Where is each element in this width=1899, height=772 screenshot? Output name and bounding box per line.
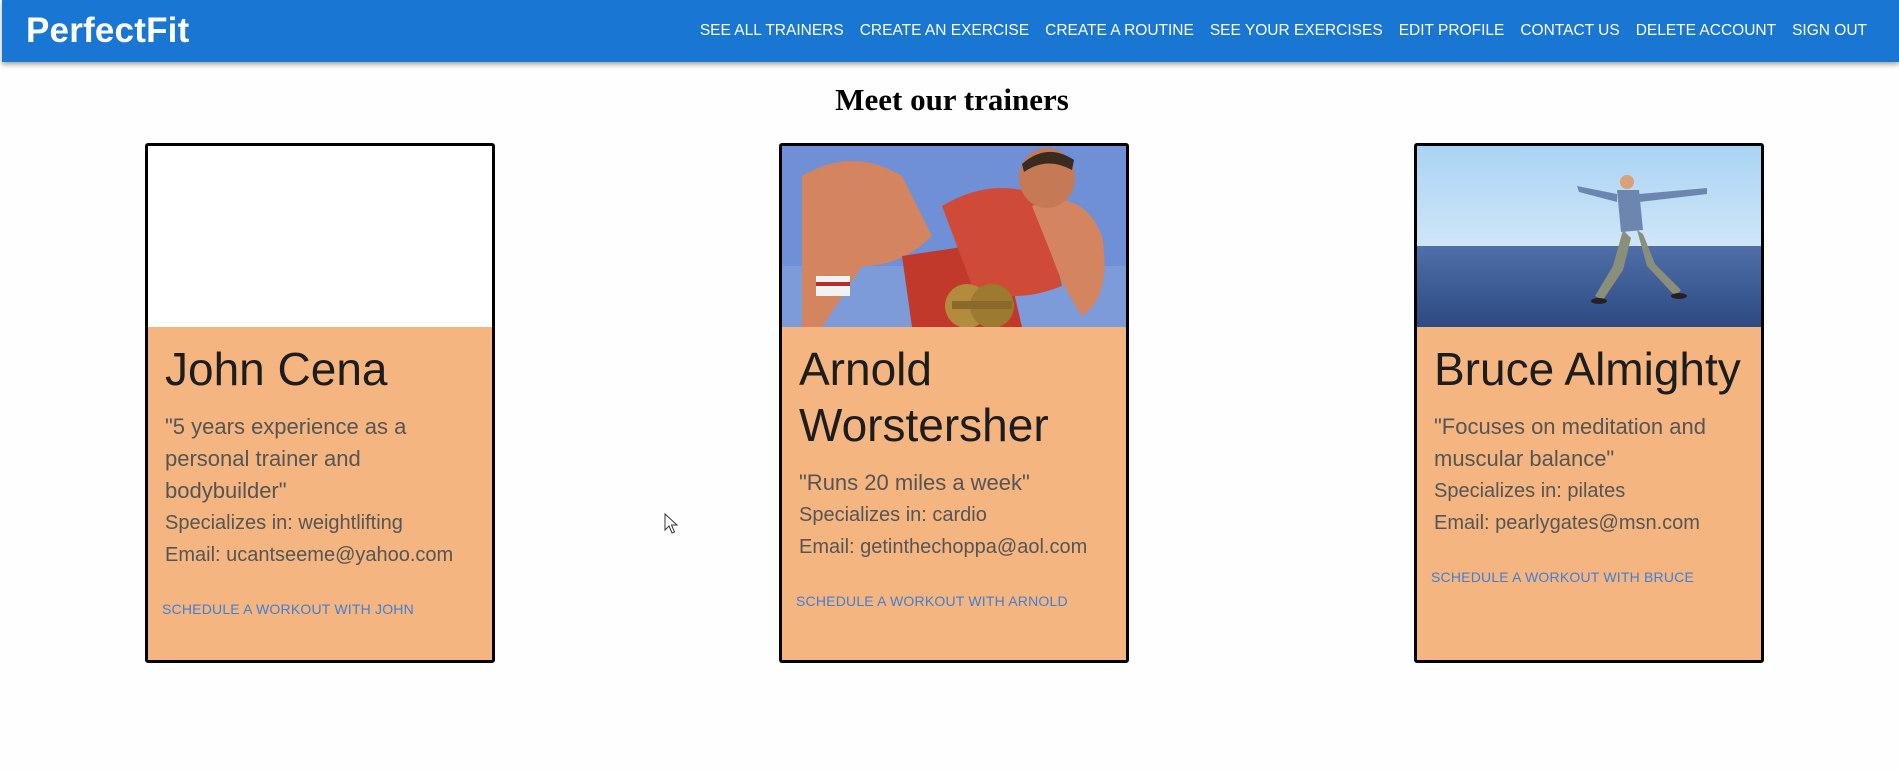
trainer-photo-blank [148, 146, 492, 327]
nav-sign-out[interactable]: SIGN OUT [1784, 16, 1875, 46]
nav-see-all-trainers[interactable]: SEE ALL TRAINERS [692, 16, 852, 46]
trainer-name: John Cena [165, 343, 388, 395]
nav-delete-account[interactable]: DELETE ACCOUNT [1628, 16, 1784, 46]
trainer-card-bruce: Bruce Almighty "Focuses on meditation an… [1414, 143, 1764, 663]
trainer-quote: "Runs 20 miles a week" [799, 470, 1030, 495]
walking-on-water-photo-illustration [1417, 146, 1761, 327]
trainer-quote: "5 years experience as a personal traine… [165, 414, 407, 503]
mouse-pointer-icon [664, 513, 679, 534]
schedule-workout-john-button[interactable]: SCHEDULE A WORKOUT WITH JOHN [162, 597, 414, 621]
nav-edit-profile[interactable]: EDIT PROFILE [1391, 16, 1513, 46]
trainer-specialty: Specializes in: pilates [1434, 480, 1626, 502]
trainer-photo-bodybuilder [782, 146, 1126, 327]
schedule-workout-bruce-button[interactable]: SCHEDULE A WORKOUT WITH BRUCE [1431, 565, 1694, 589]
nav-create-exercise[interactable]: CREATE AN EXERCISE [852, 16, 1037, 46]
trainer-photo-water [1417, 146, 1761, 327]
app-bar: PerfectFit SEE ALL TRAINERS CREATE AN EX… [2, 0, 1899, 62]
trainer-specialty: Specializes in: weightlifting [165, 512, 403, 534]
trainer-email: Email: ucantseeme@yahoo.com [165, 544, 454, 566]
main-nav: SEE ALL TRAINERS CREATE AN EXERCISE CREA… [692, 16, 1875, 46]
trainer-name: Arnold Worstersher [799, 343, 1049, 451]
nav-create-routine[interactable]: CREATE A ROUTINE [1037, 16, 1202, 46]
brand-logo[interactable]: PerfectFit [26, 11, 189, 51]
schedule-workout-arnold-button[interactable]: SCHEDULE A WORKOUT WITH ARNOLD [796, 589, 1068, 613]
page-title: Meet our trainers [835, 82, 1069, 117]
trainer-email: Email: getinthechoppa@aol.com [799, 536, 1088, 558]
trainer-name: Bruce Almighty [1434, 343, 1741, 395]
trainer-card-john: John Cena "5 years experience as a perso… [145, 143, 495, 663]
nav-see-exercises[interactable]: SEE YOUR EXERCISES [1202, 16, 1391, 46]
trainer-card-body: Arnold Worstersher "Runs 20 miles a week… [782, 327, 1126, 613]
trainer-email: Email: pearlygates@msn.com [1434, 512, 1700, 534]
nav-contact-us[interactable]: CONTACT US [1512, 16, 1627, 46]
trainer-specialty: Specializes in: cardio [799, 504, 987, 526]
trainer-quote: "Focuses on meditation and muscular bala… [1434, 414, 1706, 471]
bodybuilder-photo-illustration [782, 146, 1126, 327]
trainer-card-arnold: Arnold Worstersher "Runs 20 miles a week… [779, 143, 1129, 663]
trainer-card-body: John Cena "5 years experience as a perso… [148, 327, 492, 621]
trainer-card-body: Bruce Almighty "Focuses on meditation an… [1417, 327, 1761, 589]
